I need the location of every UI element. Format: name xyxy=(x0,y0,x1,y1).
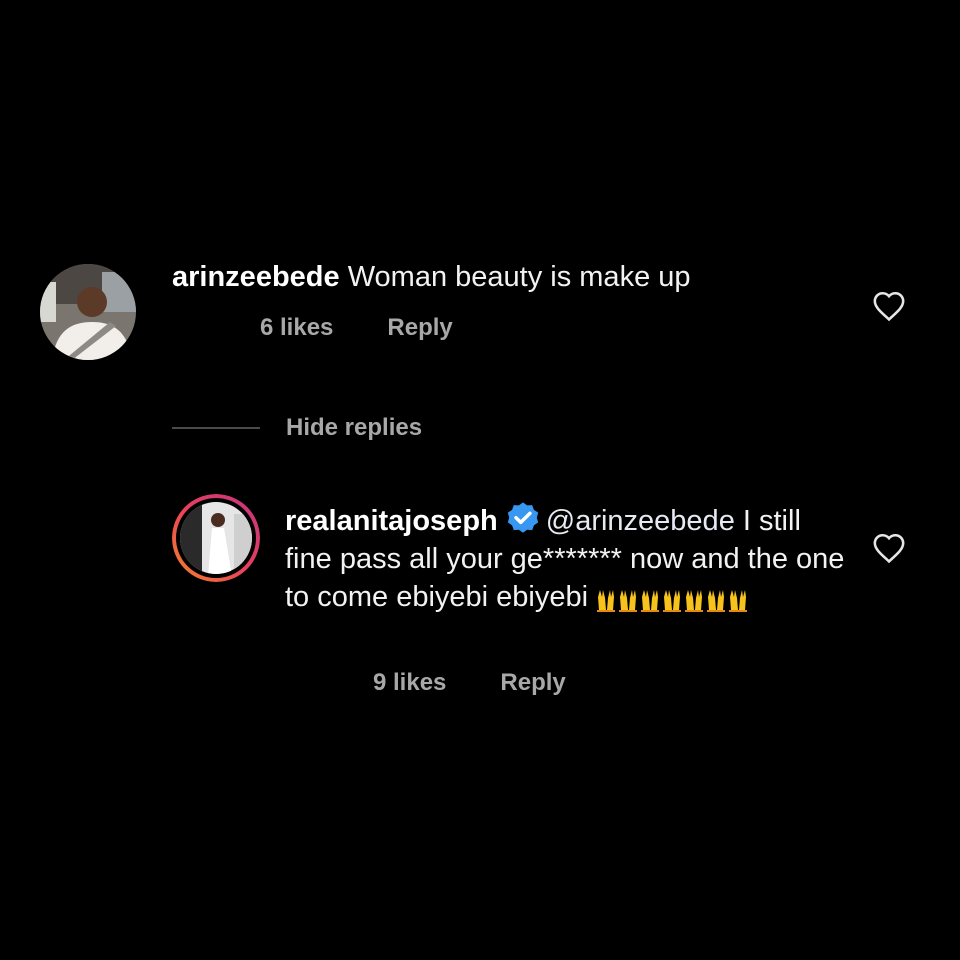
reply-text: realanitajoseph @arinzeebede I still fine… xyxy=(285,500,845,616)
hide-replies-toggle[interactable]: Hide replies xyxy=(172,414,422,442)
raising-hands-emoji xyxy=(596,584,748,612)
hide-replies-label[interactable]: Hide replies xyxy=(286,414,422,442)
likes-count[interactable]: 9 likes xyxy=(373,669,446,697)
reply-button[interactable]: Reply xyxy=(387,314,452,342)
verified-badge-icon xyxy=(504,500,542,538)
avatar[interactable] xyxy=(40,264,136,360)
likes-count[interactable]: 6 likes xyxy=(260,314,333,342)
avatar-story-ring[interactable] xyxy=(172,494,260,582)
heart-outline-icon[interactable] xyxy=(872,290,906,322)
comment-meta: 6 likes Reply xyxy=(260,314,453,342)
reply-username[interactable]: realanitajoseph xyxy=(285,505,498,537)
comment-text: arinzeebede Woman beauty is make up xyxy=(172,258,832,296)
reply-button[interactable]: Reply xyxy=(500,669,565,697)
comment-username[interactable]: arinzeebede xyxy=(172,261,340,293)
heart-outline-icon[interactable] xyxy=(872,532,906,564)
divider-line xyxy=(172,427,260,429)
comment-body: Woman beauty is make up xyxy=(347,261,691,293)
reply-meta: 9 likes Reply xyxy=(373,669,566,697)
mention-link[interactable]: @arinzeebede xyxy=(546,505,735,537)
